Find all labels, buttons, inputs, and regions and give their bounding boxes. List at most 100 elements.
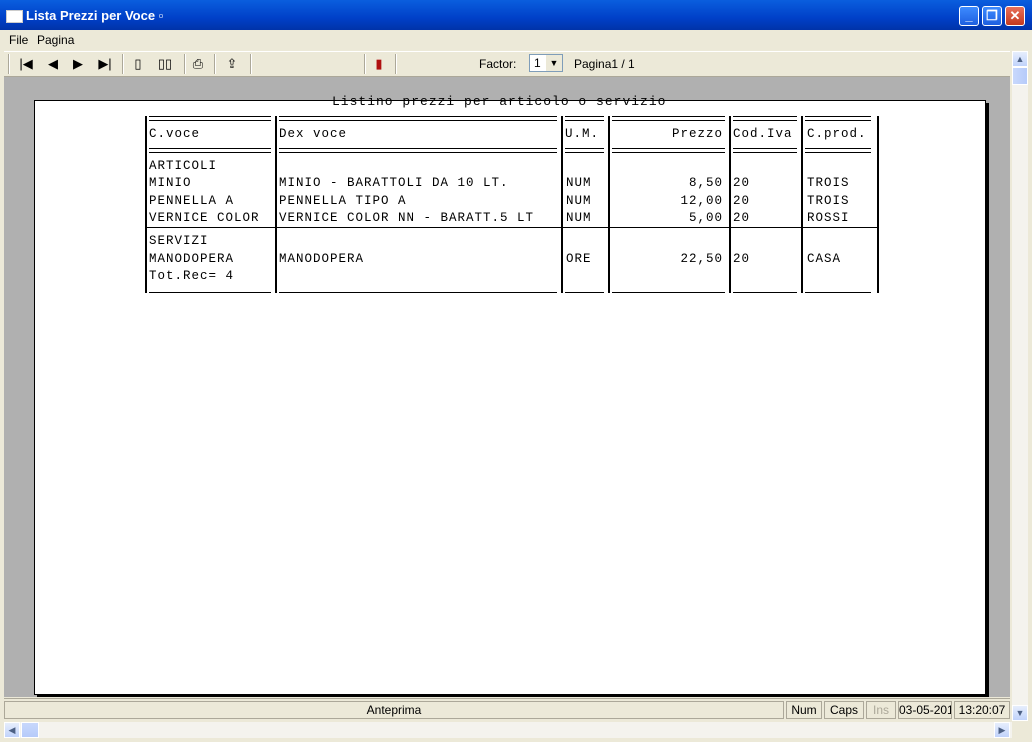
- column-border: [608, 116, 610, 293]
- horizontal-scrollbar[interactable]: ◀ ▶: [4, 722, 1012, 738]
- title-bar[interactable]: Lista Prezzi per Voce ▫ _ ❐ ✕: [0, 0, 1032, 30]
- toolbar: |◀ ◀ ▶ ▶| ▯ ▯▯ ⎙ ⇪ ▮ Factor: 1 ▼ Pagina1…: [4, 51, 1010, 77]
- header-c-prod: C.prod.: [807, 127, 867, 141]
- scroll-down-icon[interactable]: ▼: [1012, 705, 1028, 721]
- scroll-thumb[interactable]: [1012, 67, 1028, 85]
- close-icon: ✕: [1009, 8, 1021, 23]
- factor-select[interactable]: 1 ▼: [529, 54, 563, 72]
- menu-file[interactable]: File: [9, 33, 28, 47]
- scroll-right-icon[interactable]: ▶: [994, 722, 1010, 738]
- preview-area: Listino prezzi per articolo o servizio C…: [4, 77, 1010, 697]
- footer-rule: [733, 292, 797, 293]
- last-page-icon[interactable]: ▶|: [97, 56, 113, 72]
- toolbar-separator: [184, 54, 186, 74]
- row-prezzo: 22,50: [680, 252, 723, 266]
- footer-rule: [612, 292, 725, 293]
- chevron-down-icon[interactable]: ▼: [545, 55, 562, 71]
- status-caps: Caps: [824, 701, 864, 719]
- report-page: Listino prezzi per articolo o servizio C…: [34, 94, 986, 695]
- row-prod: ROSSI: [807, 211, 850, 225]
- vertical-scrollbar[interactable]: ▲ ▼: [1012, 51, 1028, 721]
- row-dex: VERNICE COLOR NN - BARATT.5 LT: [279, 211, 535, 225]
- status-ins: Ins: [866, 701, 896, 719]
- header-cod-iva: Cod.Iva: [733, 127, 793, 141]
- header-cvoce: C.voce: [149, 127, 201, 141]
- main-window: Lista Prezzi per Voce ▫ _ ❐ ✕ File Pagin…: [0, 0, 1032, 742]
- row-iva: 20: [733, 194, 751, 208]
- status-num: Num: [786, 701, 822, 719]
- window-app-icon: [6, 10, 23, 23]
- status-main: Anteprima: [4, 701, 784, 719]
- row-cvoce: VERNICE COLOR: [149, 211, 260, 225]
- two-pages-icon[interactable]: ▯▯: [157, 56, 173, 72]
- row-um: NUM: [566, 176, 592, 190]
- group-label: SERVIZI: [149, 234, 209, 248]
- row-prezzo: 5,00: [688, 211, 723, 225]
- header-rule: [805, 116, 871, 121]
- header-rule: [149, 116, 271, 121]
- footer-rule: [805, 292, 871, 293]
- header-rule: [565, 116, 604, 121]
- header-prezzo: Prezzo: [671, 127, 723, 141]
- previous-page-icon[interactable]: ◀: [45, 56, 61, 72]
- header-rule: [565, 148, 604, 153]
- scroll-left-icon[interactable]: ◀: [4, 722, 20, 738]
- single-page-icon[interactable]: ▯: [130, 56, 146, 72]
- header-rule: [612, 148, 725, 153]
- restore-icon: ❐: [986, 8, 998, 23]
- window-title: Lista Prezzi per Voce ▫: [26, 8, 164, 23]
- status-bar: Anteprima Num Caps Ins 03-05-2016 13:20:…: [4, 698, 1010, 721]
- row-prezzo: 12,00: [680, 194, 723, 208]
- row-cvoce: MANODOPERA: [149, 252, 235, 266]
- row-iva: 20: [733, 252, 751, 266]
- row-dex: MINIO - BARATTOLI DA 10 LT.: [279, 176, 509, 190]
- status-date: 03-05-2016: [898, 701, 952, 719]
- scroll-up-icon[interactable]: ▲: [1012, 51, 1028, 67]
- row-prod: TROIS: [807, 194, 850, 208]
- menu-bar: File Pagina: [0, 30, 1032, 50]
- header-rule: [733, 116, 797, 121]
- factor-value: 1: [534, 56, 541, 70]
- row-um: ORE: [566, 252, 592, 266]
- minimize-button[interactable]: _: [959, 6, 979, 26]
- header-um: U.M.: [565, 127, 600, 141]
- next-page-icon[interactable]: ▶: [70, 56, 86, 72]
- toolbar-separator: [250, 54, 252, 74]
- group-label: ARTICOLI: [149, 159, 218, 173]
- row-iva: 20: [733, 211, 751, 225]
- status-time: 13:20:07: [954, 701, 1010, 719]
- header-dex-voce: Dex voce: [279, 127, 348, 141]
- footer-rule: [149, 292, 271, 293]
- menu-pagina[interactable]: Pagina: [37, 33, 74, 47]
- printer-icon[interactable]: ⎙: [190, 56, 206, 72]
- footer-rule: [279, 292, 557, 293]
- toolbar-separator: [122, 54, 124, 74]
- exit-door-icon[interactable]: ▮: [371, 56, 387, 72]
- minimize-icon: _: [965, 8, 973, 23]
- footer-rule: [565, 292, 604, 293]
- header-rule: [149, 148, 271, 153]
- restore-button[interactable]: ❐: [982, 6, 1002, 26]
- group-separator: [145, 227, 877, 228]
- header-rule: [279, 116, 557, 121]
- report-title: Listino prezzi per articolo o servizio: [332, 94, 667, 109]
- row-prod: CASA: [807, 252, 842, 266]
- header-rule: [279, 148, 557, 153]
- row-dex: PENNELLA TIPO A: [279, 194, 407, 208]
- column-border: [275, 116, 277, 293]
- toolbar-separator: [395, 54, 397, 74]
- header-rule: [805, 148, 871, 153]
- toolbar-grip: [8, 54, 10, 74]
- export-icon[interactable]: ⇪: [224, 56, 240, 72]
- toolbar-separator: [364, 54, 366, 74]
- page-indicator: Pagina1 / 1: [574, 57, 635, 71]
- row-prod: TROIS: [807, 176, 850, 190]
- row-iva: 20: [733, 176, 751, 190]
- row-cvoce: PENNELLA A: [149, 194, 235, 208]
- row-um: NUM: [566, 194, 592, 208]
- factor-label: Factor:: [479, 57, 517, 71]
- column-border: [145, 116, 147, 293]
- close-button[interactable]: ✕: [1005, 6, 1025, 26]
- first-page-icon[interactable]: |◀: [18, 56, 34, 72]
- scroll-thumb[interactable]: [21, 722, 39, 738]
